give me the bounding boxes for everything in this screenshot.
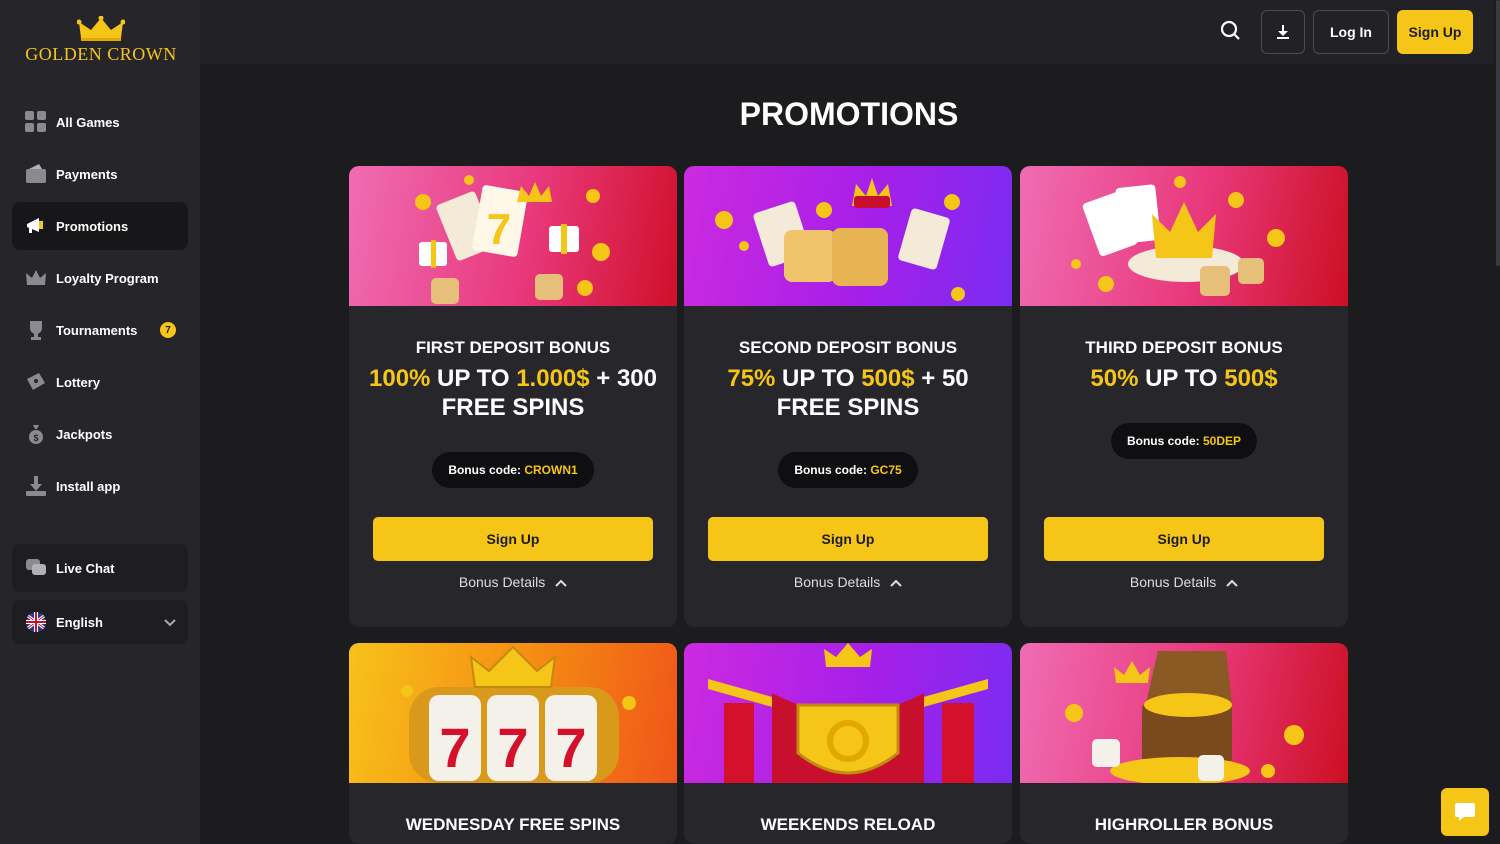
promo-signup-button[interactable]: Sign Up xyxy=(1044,517,1324,561)
wallet-icon xyxy=(24,162,48,186)
chat-widget-button[interactable] xyxy=(1441,788,1489,836)
promo-title: SECOND DEPOSIT BONUS xyxy=(738,338,958,357)
promo-image xyxy=(1020,166,1348,306)
promo-card: 7 7 7 WEDNESDAY FREE SPINS xyxy=(349,643,677,844)
svg-text:7: 7 xyxy=(555,716,586,779)
sidebar-item-label: Lottery xyxy=(56,374,101,390)
svg-text:7: 7 xyxy=(497,716,528,779)
download-icon xyxy=(24,474,48,498)
trophy-icon xyxy=(24,318,48,342)
sidebar-item-label: Loyalty Program xyxy=(56,270,159,286)
sidebar-item-jackpots[interactable]: $ Jackpots xyxy=(12,410,188,458)
promo-title: HIGHROLLER BONUS xyxy=(1094,815,1274,834)
sidebar-item-label: Tournaments xyxy=(56,322,138,338)
live-chat-label: Live Chat xyxy=(56,560,115,576)
search-icon[interactable] xyxy=(1218,18,1244,44)
sidebar-item-install-app[interactable]: Install app xyxy=(12,462,188,510)
svg-text:$: $ xyxy=(33,433,38,443)
chat-bubbles-icon xyxy=(24,556,48,580)
promo-signup-button[interactable]: Sign Up xyxy=(708,517,988,561)
page-title: PROMOTIONS xyxy=(739,96,959,132)
tournaments-count-badge: 7 xyxy=(160,322,176,338)
bonus-code-pill[interactable]: Bonus code: GC75 xyxy=(778,452,918,488)
promo-image xyxy=(684,166,1012,306)
promo-title: THIRD DEPOSIT BONUS xyxy=(1085,338,1283,357)
brand-name: GOLDEN CROWN xyxy=(25,44,177,64)
ticket-icon xyxy=(24,370,48,394)
sidebar-item-label: All Games xyxy=(56,114,120,130)
promo-card: THIRD DEPOSIT BONUS 50% UP TO 500$ Bonus… xyxy=(1020,166,1348,627)
language-label: English xyxy=(56,614,103,630)
promo-body: FIRST DEPOSIT BONUS 100% UP TO 1.000$ + … xyxy=(349,306,677,488)
live-chat-button[interactable]: Live Chat xyxy=(12,544,188,592)
promo-title: FIRST DEPOSIT BONUS xyxy=(415,338,611,357)
promo-signup-button[interactable]: Sign Up xyxy=(373,517,653,561)
promo-card: HIGHROLLER BONUS xyxy=(1020,643,1348,844)
bonus-code-pill[interactable]: Bonus code: 50DEP xyxy=(1110,423,1258,459)
bonus-details-toggle[interactable]: Bonus Details xyxy=(1020,574,1348,590)
sidebar-item-payments[interactable]: Payments xyxy=(12,150,188,198)
promo-title: WEDNESDAY FREE SPINS xyxy=(405,815,621,834)
language-selector[interactable]: English xyxy=(12,600,188,644)
promo-title: WEEKENDS RELOAD xyxy=(760,815,936,834)
money-bag-icon: $ xyxy=(24,422,48,446)
grid-icon xyxy=(24,110,48,134)
promo-body: THIRD DEPOSIT BONUS 50% UP TO 500$ Bonus… xyxy=(1020,306,1348,459)
brand-logo[interactable]: GOLDEN CROWN xyxy=(22,16,180,68)
sidebar-nav: All Games Payments Promotions Loyalty Pr… xyxy=(12,98,188,514)
sidebar: GOLDEN CROWN All Games Payments Promotio… xyxy=(0,0,200,844)
sidebar-item-loyalty-program[interactable]: Loyalty Program xyxy=(12,254,188,302)
download-icon xyxy=(1277,25,1289,39)
top-bar: Log In Sign Up xyxy=(200,0,1500,64)
scrollbar-thumb[interactable] xyxy=(1496,0,1500,266)
promo-body: WEEKENDS RELOAD xyxy=(684,783,1012,835)
login-button[interactable]: Log In xyxy=(1313,10,1389,54)
sidebar-item-label: Install app xyxy=(56,478,121,494)
promo-offer: 50% UP TO 500$ xyxy=(1090,365,1278,392)
megaphone-icon xyxy=(24,214,48,238)
sidebar-item-tournaments[interactable]: Tournaments 7 xyxy=(12,306,188,354)
chat-icon xyxy=(1455,803,1475,821)
sidebar-item-all-games[interactable]: All Games xyxy=(12,98,188,146)
promo-image: 7 xyxy=(349,166,677,306)
signup-button[interactable]: Sign Up xyxy=(1397,10,1473,54)
promo-image: 7 7 7 xyxy=(349,643,677,783)
uk-flag-icon xyxy=(24,610,48,634)
bonus-details-toggle[interactable]: Bonus Details xyxy=(684,574,1012,590)
promo-card: 7 FIRST DEPOSIT BONUS 100% UP TO 1.000$ … xyxy=(349,166,677,627)
sidebar-item-label: Jackpots xyxy=(56,426,113,442)
chevron-up-icon xyxy=(555,579,567,587)
promo-card: WEEKENDS RELOAD xyxy=(684,643,1012,844)
crown-icon xyxy=(24,266,48,290)
sidebar-item-label: Promotions xyxy=(56,218,129,234)
promo-offer: 75% UP TO 500$ + 50 FREE SPINS xyxy=(727,365,969,421)
crown-logo-icon xyxy=(77,16,125,41)
svg-text:7: 7 xyxy=(439,716,470,779)
promo-image xyxy=(1020,643,1348,783)
sidebar-item-label: Payments xyxy=(56,166,118,182)
chevron-up-icon xyxy=(890,579,902,587)
sidebar-item-lottery[interactable]: Lottery xyxy=(12,358,188,406)
promo-image xyxy=(684,643,1012,783)
bonus-code-pill[interactable]: Bonus code: CROWN1 xyxy=(432,452,594,488)
bonus-details-toggle[interactable]: Bonus Details xyxy=(349,574,677,590)
promo-offer: 100% UP TO 1.000$ + 300 FREE SPINS xyxy=(369,365,658,421)
sidebar-item-promotions[interactable]: Promotions xyxy=(12,202,188,250)
download-app-button[interactable] xyxy=(1261,10,1305,54)
chevron-up-icon xyxy=(1226,579,1238,587)
promo-body: WEDNESDAY FREE SPINS xyxy=(349,783,677,835)
svg-text:7: 7 xyxy=(487,205,511,254)
promo-body: SECOND DEPOSIT BONUS 75% UP TO 500$ + 50… xyxy=(684,306,1012,488)
promo-card: SECOND DEPOSIT BONUS 75% UP TO 500$ + 50… xyxy=(684,166,1012,627)
promo-body: HIGHROLLER BONUS xyxy=(1020,783,1348,835)
chevron-down-icon xyxy=(164,615,176,630)
